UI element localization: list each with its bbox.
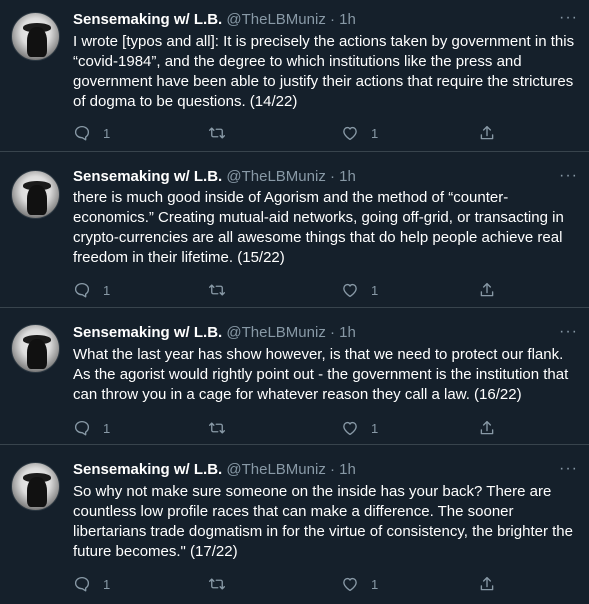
user-handle[interactable]: @TheLBMuniz (226, 324, 325, 341)
tweet-header: Sensemaking w/ L.B. @TheLBMuniz · 1h (73, 11, 356, 29)
separator-dot: · (330, 168, 335, 185)
avatar[interactable] (11, 462, 60, 511)
share-button[interactable] (478, 280, 496, 300)
like-count: 1 (371, 282, 379, 298)
tweet-actions: 1 1 (73, 574, 503, 594)
tweet-thread: Sensemaking w/ L.B. @TheLBMuniz · 1h ···… (0, 0, 589, 604)
retweet-button[interactable] (208, 574, 226, 594)
heart-icon (343, 283, 357, 298)
tweet-text: What the last year has show however, is … (73, 346, 569, 403)
speech-bubble-icon (74, 282, 90, 298)
tweet[interactable]: Sensemaking w/ L.B. @TheLBMuniz · 1h ···… (0, 0, 589, 152)
share-upload-icon (480, 576, 494, 591)
like-button[interactable]: 1 (341, 574, 378, 594)
retweet-arrows-icon (208, 422, 226, 434)
tweet-header: Sensemaking w/ L.B. @TheLBMuniz · 1h (73, 461, 356, 479)
separator-dot: · (330, 324, 335, 341)
reply-count: 1 (103, 576, 111, 592)
share-button[interactable] (478, 418, 496, 438)
tweet-text: So why not make sure someone on the insi… (73, 483, 573, 560)
tweet-time[interactable]: 1h (339, 461, 356, 478)
heart-icon (343, 421, 357, 436)
display-name[interactable]: Sensemaking w/ L.B. (73, 168, 222, 185)
tweet-time[interactable]: 1h (339, 324, 356, 341)
more-dots-icon[interactable]: ··· (559, 10, 577, 26)
speech-bubble-icon (74, 420, 90, 436)
retweet-arrows-icon (208, 578, 226, 590)
tweet[interactable]: Sensemaking w/ L.B. @TheLBMuniz · 1h ···… (0, 152, 589, 308)
separator-dot: · (330, 461, 335, 478)
more-dots-icon[interactable]: ··· (559, 324, 577, 340)
tweet[interactable]: Sensemaking w/ L.B. @TheLBMuniz · 1h ···… (0, 445, 589, 604)
like-count: 1 (371, 125, 379, 141)
reply-button[interactable]: 1 (73, 418, 110, 438)
retweet-button[interactable] (208, 280, 226, 300)
user-handle[interactable]: @TheLBMuniz (226, 168, 325, 185)
share-upload-icon (480, 282, 494, 297)
like-count: 1 (371, 576, 379, 592)
share-button[interactable] (478, 123, 496, 143)
user-handle[interactable]: @TheLBMuniz (226, 11, 325, 28)
tweet-actions: 1 1 (73, 123, 503, 143)
reply-count: 1 (103, 420, 111, 436)
heart-icon (343, 126, 357, 141)
more-dots-icon[interactable]: ··· (559, 168, 577, 184)
avatar[interactable] (11, 170, 60, 219)
speech-bubble-icon (74, 576, 90, 592)
more-dots-icon[interactable]: ··· (559, 461, 577, 477)
display-name[interactable]: Sensemaking w/ L.B. (73, 461, 222, 478)
tweet-header: Sensemaking w/ L.B. @TheLBMuniz · 1h (73, 168, 356, 186)
display-name[interactable]: Sensemaking w/ L.B. (73, 324, 222, 341)
share-button[interactable] (478, 574, 496, 594)
display-name[interactable]: Sensemaking w/ L.B. (73, 11, 222, 28)
retweet-arrows-icon (208, 127, 226, 139)
separator-dot: · (330, 11, 335, 28)
avatar[interactable] (11, 324, 60, 373)
tweet-actions: 1 1 (73, 280, 503, 300)
tweet-text: I wrote [typos and all]: It is precisely… (73, 33, 575, 110)
reply-count: 1 (103, 282, 111, 298)
tweet-header: Sensemaking w/ L.B. @TheLBMuniz · 1h (73, 324, 356, 342)
heart-icon (343, 577, 357, 592)
reply-button[interactable]: 1 (73, 574, 110, 594)
like-count: 1 (371, 420, 379, 436)
speech-bubble-icon (74, 125, 90, 141)
tweet-time[interactable]: 1h (339, 11, 356, 28)
like-button[interactable]: 1 (341, 123, 378, 143)
like-button[interactable]: 1 (341, 418, 378, 438)
reply-button[interactable]: 1 (73, 280, 110, 300)
retweet-arrows-icon (208, 284, 226, 296)
retweet-button[interactable] (208, 418, 226, 438)
tweet[interactable]: Sensemaking w/ L.B. @TheLBMuniz · 1h ···… (0, 308, 589, 445)
tweet-text: there is much good inside of Agorism and… (73, 189, 564, 266)
retweet-button[interactable] (208, 123, 226, 143)
avatar[interactable] (11, 12, 60, 61)
share-upload-icon (480, 420, 494, 435)
reply-count: 1 (103, 125, 111, 141)
share-upload-icon (480, 125, 494, 140)
tweet-actions: 1 1 (73, 418, 503, 438)
user-handle[interactable]: @TheLBMuniz (226, 461, 325, 478)
like-button[interactable]: 1 (341, 280, 378, 300)
tweet-time[interactable]: 1h (339, 168, 356, 185)
reply-button[interactable]: 1 (73, 123, 110, 143)
